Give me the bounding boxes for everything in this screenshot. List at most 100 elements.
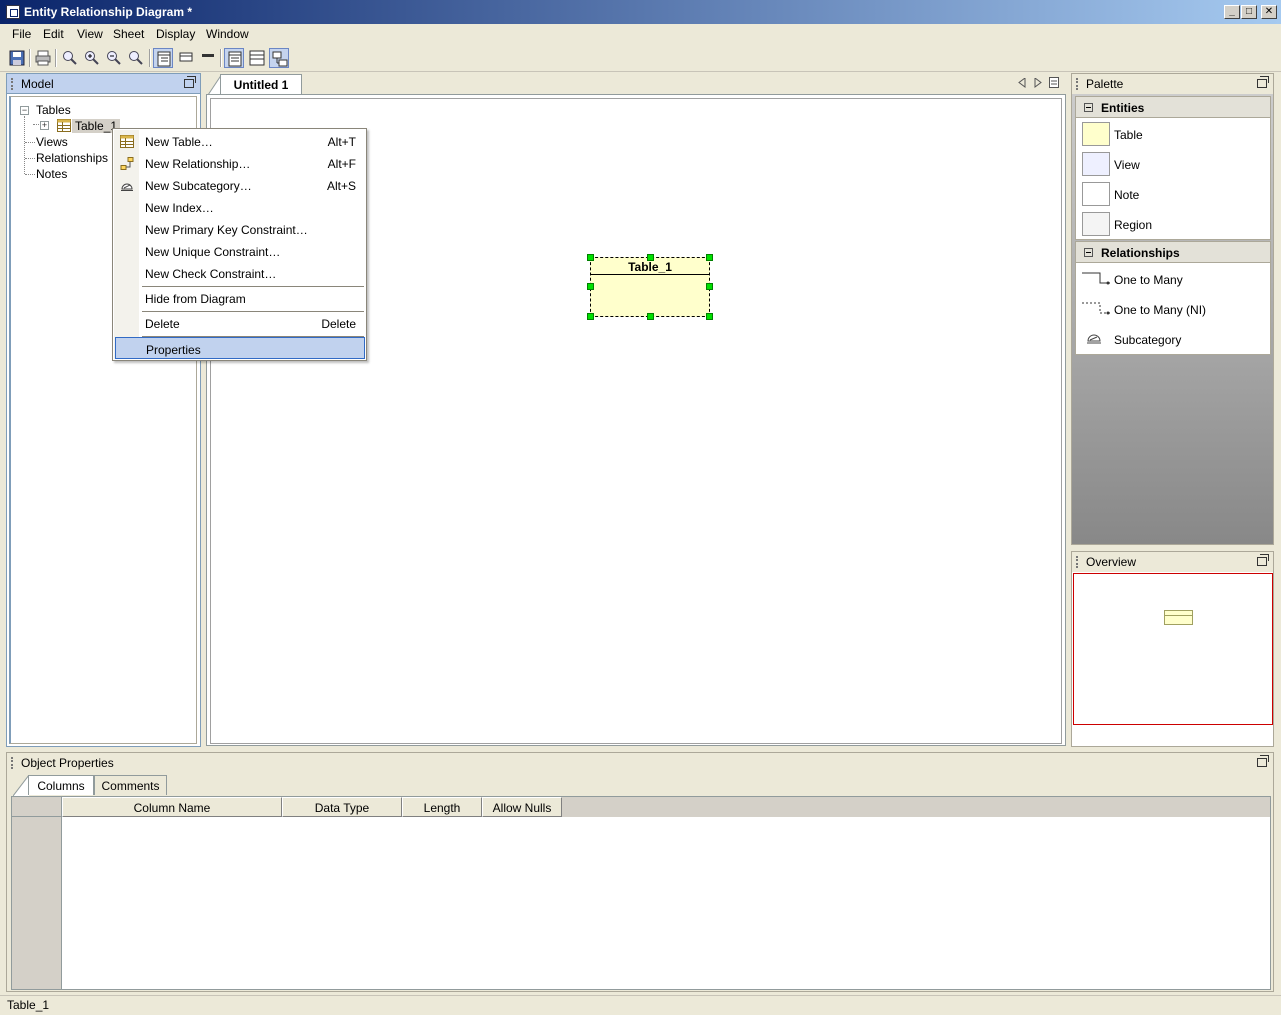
print-icon [35, 50, 51, 66]
palette-item-note[interactable]: Note [1076, 180, 1270, 210]
menu-file[interactable]: File [12, 27, 31, 41]
palette-item-region[interactable]: Region [1076, 210, 1270, 240]
restore-icon[interactable] [1257, 76, 1269, 88]
palette-item-label: View [1114, 158, 1140, 172]
tree-item-notes[interactable]: Notes [36, 167, 67, 181]
menu-item-new-index[interactable]: New Index… [114, 196, 366, 218]
entity-table-1[interactable]: Table_1 [590, 257, 710, 317]
close-button[interactable]: ✕ [1261, 5, 1277, 19]
grip-icon[interactable] [11, 78, 13, 90]
resize-handle-e[interactable] [706, 283, 713, 290]
view-compact-button[interactable] [176, 48, 196, 68]
tab-scroll-left-icon[interactable] [1018, 78, 1026, 88]
relationship-icon [120, 157, 134, 170]
menu-item-delete[interactable]: Delete Delete [114, 312, 366, 334]
menu-display[interactable]: Display [156, 27, 195, 41]
palette-section-entities[interactable]: Entities [1075, 96, 1271, 118]
column-header-allow-nulls[interactable]: Allow Nulls [482, 797, 562, 817]
resize-handle-w[interactable] [587, 283, 594, 290]
grip-icon[interactable] [11, 757, 13, 769]
document-tab-bar: Untitled 1 [206, 73, 1066, 95]
zoom-out-button[interactable] [104, 48, 124, 68]
save-button[interactable] [7, 48, 27, 68]
tree-item-relationships[interactable]: Relationships [36, 151, 108, 165]
view-header-button[interactable] [198, 48, 218, 68]
palette-section-title: Entities [1101, 101, 1145, 115]
column-header-data-type[interactable]: Data Type [282, 797, 402, 817]
zoom-icon [63, 51, 77, 65]
window-title: Entity Relationship Diagram * [24, 5, 193, 19]
resize-handle-ne[interactable] [706, 254, 713, 261]
zoom-in-button[interactable] [82, 48, 102, 68]
tree-item-tables[interactable]: Tables [36, 103, 71, 117]
restore-icon[interactable] [1257, 554, 1269, 566]
palette-section-relationships[interactable]: Relationships [1075, 241, 1271, 263]
column-header-column-name[interactable]: Column Name [62, 797, 282, 817]
tab-list-icon[interactable] [1049, 77, 1059, 88]
auto-layout-button[interactable] [269, 48, 289, 68]
grip-icon[interactable] [1076, 78, 1078, 90]
palette-item-view[interactable]: View [1076, 150, 1270, 180]
view-full-button[interactable] [153, 48, 173, 68]
columns-grid[interactable]: Column Name Data Type Length Allow Nulls [11, 796, 1271, 990]
one-to-many-ni-icon [1082, 302, 1110, 315]
menu-item-label: New Unique Constraint… [145, 245, 281, 259]
expand-icon[interactable]: + [40, 121, 49, 130]
grip-icon[interactable] [1076, 556, 1078, 568]
menu-item-new-table[interactable]: New Table… Alt+T [114, 130, 366, 152]
resize-handle-nw[interactable] [587, 254, 594, 261]
tab-edge [13, 775, 29, 796]
app-icon [6, 5, 20, 19]
menu-item-new-primary-key-constraint[interactable]: New Primary Key Constraint… [114, 218, 366, 240]
menu-sheet[interactable]: Sheet [113, 27, 144, 41]
tree-item-views[interactable]: Views [36, 135, 68, 149]
tab-comments[interactable]: Comments [94, 775, 167, 795]
save-icon [9, 50, 25, 66]
menu-item-new-check-constraint[interactable]: New Check Constraint… [114, 262, 366, 284]
resize-handle-n[interactable] [647, 254, 654, 261]
collapse-icon[interactable] [1084, 103, 1093, 112]
menu-item-new-subcategory[interactable]: New Subcategory… Alt+S [114, 174, 366, 196]
menu-item-new-unique-constraint[interactable]: New Unique Constraint… [114, 240, 366, 262]
tab-untitled-1[interactable]: Untitled 1 [220, 74, 302, 94]
menu-item-new-relationship[interactable]: New Relationship… Alt+F [114, 152, 366, 174]
collapse-icon[interactable] [1084, 248, 1093, 257]
resize-handle-sw[interactable] [587, 313, 594, 320]
toolbar [0, 44, 1281, 72]
collapse-icon[interactable]: − [20, 106, 29, 115]
palette-item-subcategory[interactable]: Subcategory [1076, 325, 1270, 355]
menu-edit[interactable]: Edit [43, 27, 64, 41]
tab-scroll-right-icon[interactable] [1034, 78, 1042, 88]
view-table-button[interactable] [247, 48, 267, 68]
view-thumbnail-icon [1082, 152, 1110, 176]
toolbar-separator [220, 49, 222, 67]
zoom-button[interactable] [60, 48, 80, 68]
menu-item-label: Hide from Diagram [145, 292, 246, 306]
menu-item-hide-from-diagram[interactable]: Hide from Diagram [114, 287, 366, 309]
one-to-many-icon [1082, 272, 1110, 285]
overview-panel: Overview [1071, 551, 1274, 747]
overview-viewport[interactable] [1073, 573, 1273, 725]
resize-handle-s[interactable] [647, 313, 654, 320]
note-thumbnail-icon [1082, 182, 1110, 206]
column-header-length[interactable]: Length [402, 797, 482, 817]
view-columns-button[interactable] [224, 48, 244, 68]
menu-item-properties[interactable]: Properties [115, 337, 365, 359]
palette-section-title: Relationships [1101, 246, 1180, 260]
zoom-in-icon [85, 51, 99, 65]
palette-item-one-to-many-ni[interactable]: One to Many (NI) [1076, 295, 1270, 325]
table-icon [57, 119, 71, 132]
zoom-fit-button[interactable] [126, 48, 146, 68]
palette-item-one-to-many[interactable]: One to Many [1076, 265, 1270, 295]
minimize-button[interactable]: _ [1224, 5, 1240, 19]
print-button[interactable] [33, 48, 53, 68]
restore-icon[interactable] [1257, 755, 1269, 767]
maximize-button[interactable]: □ [1241, 5, 1257, 19]
menu-window[interactable]: Window [206, 27, 249, 41]
resize-handle-se[interactable] [706, 313, 713, 320]
tab-columns[interactable]: Columns [28, 775, 94, 795]
palette-item-table[interactable]: Table [1076, 120, 1270, 150]
restore-icon[interactable] [184, 76, 196, 88]
status-text: Table_1 [7, 998, 50, 1012]
menu-view[interactable]: View [77, 27, 103, 41]
